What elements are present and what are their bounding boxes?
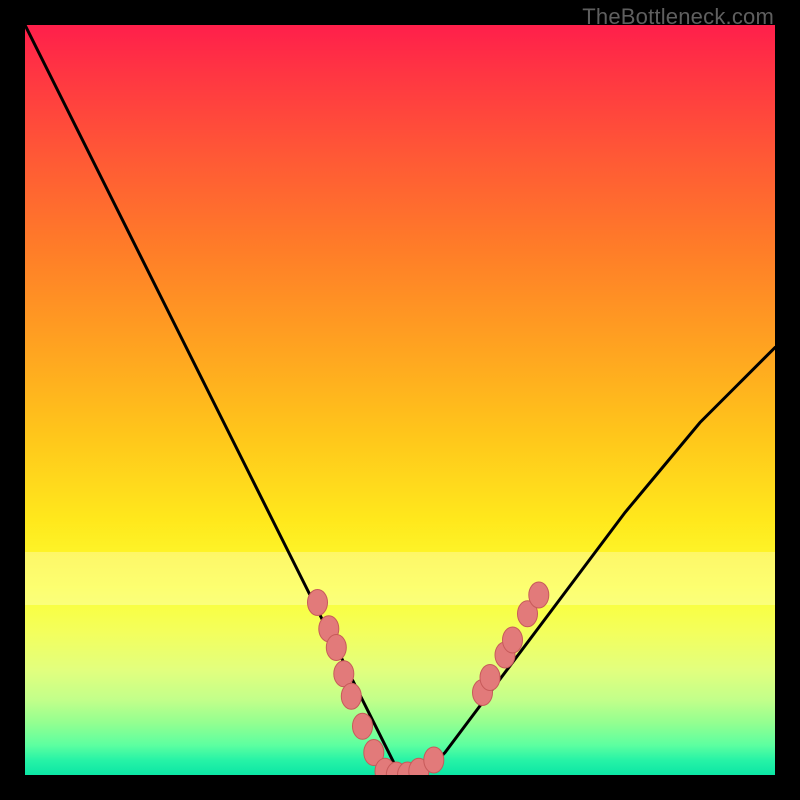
background-gradient <box>25 25 775 775</box>
chart-stage: TheBottleneck.com <box>0 0 800 800</box>
watermark-text: TheBottleneck.com <box>582 4 774 30</box>
plot-area <box>25 25 775 775</box>
